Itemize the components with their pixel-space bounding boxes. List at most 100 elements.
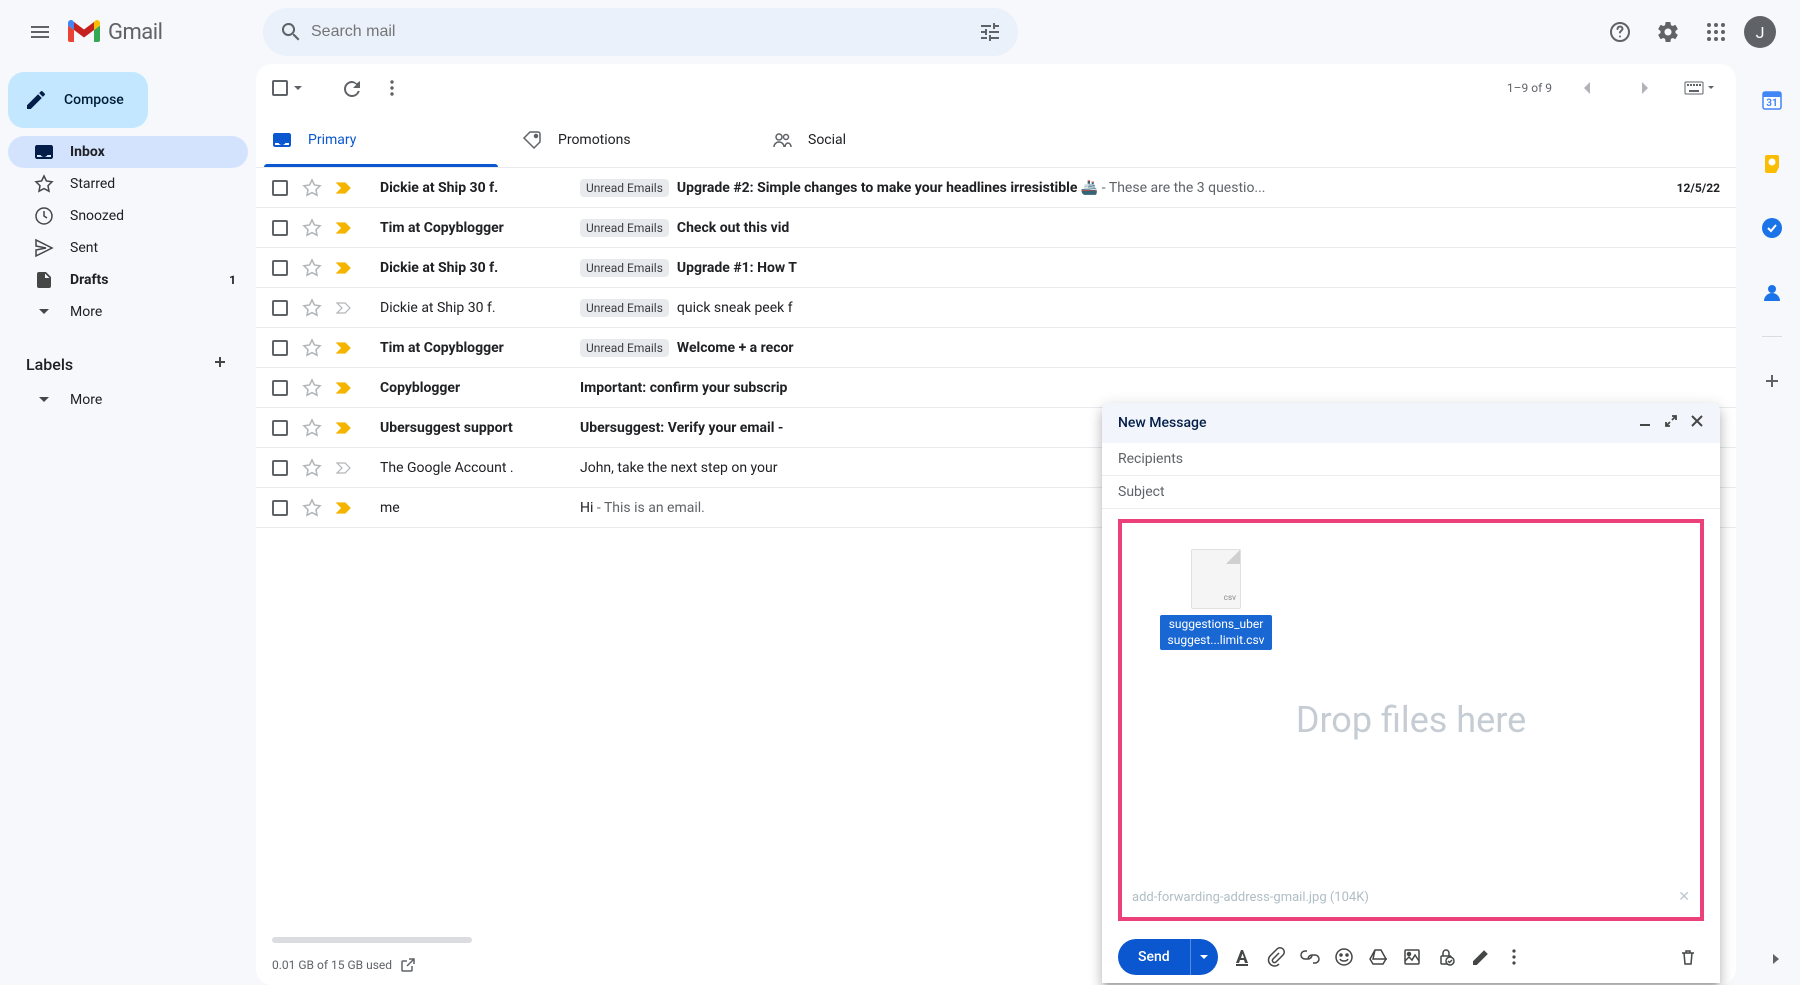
email-label-chip[interactable]: Unread Emails [580, 179, 669, 197]
email-checkbox[interactable] [272, 300, 288, 316]
importance-icon[interactable] [336, 300, 352, 316]
next-page-button[interactable] [1624, 68, 1664, 108]
add-label-button[interactable] [210, 352, 230, 376]
importance-icon[interactable] [336, 260, 352, 276]
star-icon[interactable] [302, 378, 322, 398]
subject-field[interactable]: Subject [1102, 476, 1720, 509]
gmail-logo[interactable]: Gmail [68, 20, 263, 45]
chevron-down-icon [34, 390, 54, 410]
send-button[interactable]: Send [1118, 949, 1190, 965]
sidebar-item-more[interactable]: More [8, 296, 248, 328]
importance-icon[interactable] [336, 340, 352, 356]
settings-button[interactable] [1648, 12, 1688, 52]
compose-more-button[interactable] [1498, 941, 1530, 973]
labels-more[interactable]: More [8, 384, 248, 416]
insert-photo-button[interactable] [1396, 941, 1428, 973]
email-checkbox[interactable] [272, 340, 288, 356]
minimize-button[interactable] [1638, 414, 1652, 432]
drive-button[interactable] [1362, 941, 1394, 973]
star-icon[interactable] [302, 258, 322, 278]
account-avatar[interactable]: J [1744, 16, 1776, 48]
email-checkbox[interactable] [272, 180, 288, 196]
tasks-icon [1761, 217, 1783, 239]
fullscreen-button[interactable] [1664, 414, 1678, 432]
compose-body-dropzone[interactable]: csv suggestions_uber suggest...limit.csv… [1118, 519, 1704, 921]
discard-draft-button[interactable] [1672, 941, 1704, 973]
email-checkbox[interactable] [272, 500, 288, 516]
star-icon[interactable] [302, 178, 322, 198]
email-checkbox[interactable] [272, 460, 288, 476]
confidential-button[interactable] [1430, 941, 1462, 973]
tab-social[interactable]: Social [756, 112, 1006, 167]
compose-title: New Message [1118, 415, 1206, 431]
select-all-checkbox[interactable] [272, 80, 288, 96]
importance-icon[interactable] [336, 500, 352, 516]
email-label-chip[interactable]: Unread Emails [580, 339, 669, 357]
star-icon[interactable] [302, 418, 322, 438]
star-icon[interactable] [302, 458, 322, 478]
email-label-chip[interactable]: Unread Emails [580, 219, 669, 237]
signature-button[interactable] [1464, 941, 1496, 973]
attachment-name[interactable]: add-forwarding-address-gmail.jpg (104K) [1132, 890, 1369, 905]
contacts-addon[interactable] [1752, 272, 1792, 312]
insert-link-button[interactable] [1294, 941, 1326, 973]
tab-promotions[interactable]: Promotions [506, 112, 756, 167]
prev-page-button[interactable] [1568, 68, 1608, 108]
get-addons[interactable] [1752, 361, 1792, 401]
main-menu-button[interactable] [16, 8, 64, 56]
email-row[interactable]: CopybloggerImportant: confirm your subsc… [256, 368, 1736, 408]
email-checkbox[interactable] [272, 420, 288, 436]
email-row[interactable]: Dickie at Ship 30 f.Unread Emailsquick s… [256, 288, 1736, 328]
importance-icon[interactable] [336, 460, 352, 476]
search-bar[interactable] [263, 8, 1018, 56]
star-icon[interactable] [302, 218, 322, 238]
email-checkbox[interactable] [272, 260, 288, 276]
hide-sidepanel-button[interactable] [1766, 949, 1786, 973]
emoji-button[interactable] [1328, 941, 1360, 973]
apps-button[interactable] [1696, 12, 1736, 52]
email-label-chip[interactable]: Unread Emails [580, 259, 669, 277]
compose-header[interactable]: New Message [1102, 403, 1720, 443]
importance-icon[interactable] [336, 220, 352, 236]
tab-primary[interactable]: Primary [256, 112, 506, 167]
compose-button[interactable]: Compose [8, 72, 148, 128]
recipients-field[interactable]: Recipients [1102, 443, 1720, 476]
star-icon[interactable] [302, 338, 322, 358]
keep-addon[interactable] [1752, 144, 1792, 184]
importance-icon[interactable] [336, 420, 352, 436]
email-row[interactable]: Tim at CopybloggerUnread EmailsCheck out… [256, 208, 1736, 248]
calendar-addon[interactable]: 31 [1752, 80, 1792, 120]
search-input[interactable] [311, 23, 970, 41]
open-link-icon[interactable] [400, 957, 416, 973]
star-icon[interactable] [302, 298, 322, 318]
sidebar-item-starred[interactable]: Starred [8, 168, 248, 200]
search-options-button[interactable] [970, 12, 1010, 52]
sidebar-item-sent[interactable]: Sent [8, 232, 248, 264]
input-tools-button[interactable] [1680, 68, 1720, 108]
email-row[interactable]: Tim at CopybloggerUnread EmailsWelcome +… [256, 328, 1736, 368]
close-button[interactable] [1690, 414, 1704, 432]
refresh-button[interactable] [332, 68, 372, 108]
sidebar-item-drafts[interactable]: Drafts 1 [8, 264, 248, 296]
horizontal-scrollbar[interactable] [272, 937, 472, 943]
attach-file-button[interactable] [1260, 941, 1292, 973]
email-row[interactable]: Dickie at Ship 30 f.Unread EmailsUpgrade… [256, 248, 1736, 288]
email-checkbox[interactable] [272, 380, 288, 396]
format-text-button[interactable] [1226, 941, 1258, 973]
sidebar-item-snoozed[interactable]: Snoozed [8, 200, 248, 232]
search-button[interactable] [271, 12, 311, 52]
star-icon[interactable] [302, 498, 322, 518]
email-checkbox[interactable] [272, 220, 288, 236]
select-all[interactable] [272, 80, 304, 96]
sidebar-item-inbox[interactable]: Inbox [8, 136, 248, 168]
chevron-down-icon [1198, 951, 1210, 963]
email-label-chip[interactable]: Unread Emails [580, 299, 669, 317]
remove-attachment-button[interactable]: ✕ [1678, 889, 1690, 905]
tasks-addon[interactable] [1752, 208, 1792, 248]
importance-icon[interactable] [336, 380, 352, 396]
email-row[interactable]: Dickie at Ship 30 f.Unread EmailsUpgrade… [256, 168, 1736, 208]
importance-icon[interactable] [336, 180, 352, 196]
support-button[interactable] [1600, 12, 1640, 52]
send-options-button[interactable] [1190, 939, 1218, 975]
more-options-button[interactable] [372, 68, 412, 108]
